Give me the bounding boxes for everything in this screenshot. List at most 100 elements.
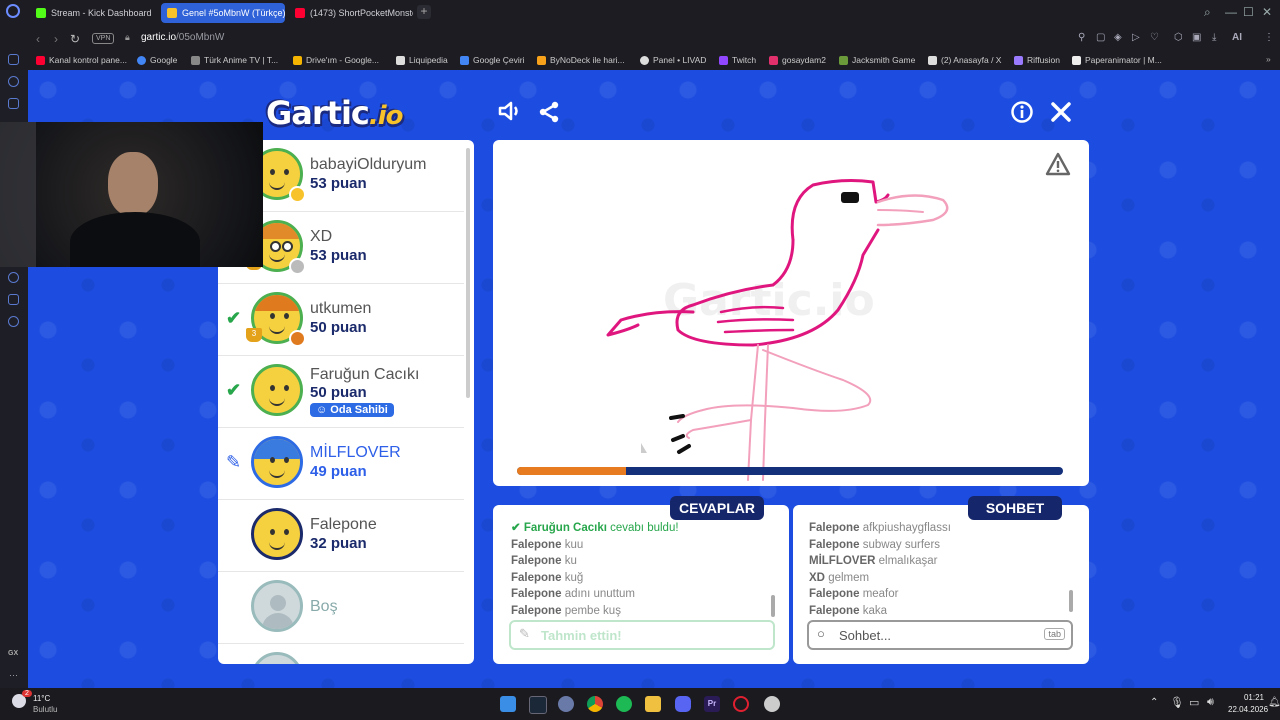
sidebar-speed-dial-icon[interactable] — [8, 54, 19, 65]
round-timer-fill — [517, 467, 627, 475]
player-avatar — [251, 364, 303, 416]
steam-icon[interactable] — [529, 696, 547, 714]
bookmark-item[interactable]: Google Çeviri — [460, 55, 525, 65]
vpn-badge[interactable]: VPN — [92, 33, 115, 44]
search-tabs-icon[interactable]: ⌕ — [1204, 5, 1211, 20]
tray-chevron-icon[interactable]: ⌃ — [1150, 697, 1158, 708]
answers-list: ✔ Faruğun Cacıkı cevabı buldu! Falepone … — [511, 520, 679, 620]
heart-icon[interactable]: ♡ — [1150, 32, 1159, 43]
player-name: utkumen — [310, 300, 372, 317]
obs-icon[interactable] — [764, 696, 780, 712]
extensions-icon[interactable]: ⬡ — [1174, 32, 1183, 43]
download-icon[interactable]: ⤓ — [1212, 32, 1216, 43]
bookmark-item[interactable]: Paperanimator | M... — [1072, 55, 1162, 65]
play-icon[interactable]: ▷ — [1132, 32, 1140, 43]
bookmark-label: Jacksmith Game — [852, 55, 916, 65]
pin-icon[interactable]: ⚲ — [1078, 32, 1085, 43]
microphone-icon[interactable]: 🎙︎ — [1170, 696, 1184, 709]
bookmark-item[interactable]: Jacksmith Game — [839, 55, 915, 65]
bookmark-item[interactable]: Panel • LIVAD — [640, 55, 706, 65]
snapshot-icon[interactable]: ▢ — [1096, 32, 1105, 43]
answer-item: Falepone ku — [511, 555, 577, 568]
forward-icon[interactable]: › — [54, 32, 58, 46]
sidebar-bag-icon[interactable] — [8, 98, 19, 109]
flamingo-drawing — [606, 179, 949, 481]
answer-item: Falepone pembe kuş — [511, 604, 621, 617]
guess-input[interactable]: ✎ Tahmin ettin! — [509, 620, 775, 650]
new-tab-button[interactable]: + — [417, 5, 431, 19]
answer-found-message: ✔ Faruğun Cacıkı cevabı buldu! — [511, 522, 679, 534]
bookmarks-more-icon[interactable]: » — [1266, 54, 1271, 64]
sidebar-history-icon[interactable] — [8, 76, 19, 87]
clock-time[interactable]: 01:21 — [1228, 693, 1264, 702]
chat-scrollbar[interactable] — [1069, 590, 1073, 612]
liquipedia-icon — [396, 55, 405, 65]
shield-icon[interactable]: ◈ — [1114, 32, 1122, 43]
bookmark-label: ByNoDeck ile hari... — [550, 55, 625, 65]
gartic-logo[interactable]: Gartic.io — [266, 94, 404, 132]
opera-menu-icon[interactable] — [6, 4, 20, 18]
chrome-icon[interactable] — [587, 696, 603, 712]
notifications-icon[interactable]: 🔔︎ — [1268, 697, 1280, 708]
sidebar-clock-icon[interactable] — [8, 272, 19, 283]
tab-youtube[interactable]: (1473) ShortPocketMonste — [289, 3, 413, 23]
maximize-icon[interactable]: ☐ — [1243, 5, 1254, 19]
bookmark-item[interactable]: (2) Anasayfa / X — [928, 55, 1001, 65]
premiere-icon[interactable]: Pr — [704, 696, 720, 712]
anime-icon — [191, 55, 200, 65]
player-row-drawing[interactable]: ✎ MİLFLOVER 49 puan — [218, 428, 464, 500]
player-row[interactable]: ✔ 3 utkumen 50 puan — [218, 284, 464, 356]
tab-gartic[interactable]: Genel #5oMbnW (Türkçe) — [161, 3, 285, 23]
bookmark-item[interactable]: Google — [137, 55, 177, 65]
player-list-scrollbar[interactable] — [466, 148, 470, 398]
reload-icon[interactable]: ↻ — [70, 32, 80, 46]
bookmark-item[interactable]: Liquipedia — [396, 55, 448, 65]
bookmark-item[interactable]: gosaydam2 — [769, 55, 826, 65]
bookmark-item[interactable]: Twitch — [719, 55, 756, 65]
aria-ai-button[interactable]: AI — [1232, 32, 1242, 43]
sidebar-extensions-icon[interactable] — [8, 294, 19, 305]
drawing-canvas[interactable]: Gartic.io — [493, 140, 1089, 486]
minimize-icon[interactable]: — — [1225, 5, 1237, 19]
kick-icon — [36, 8, 46, 18]
gx-icon[interactable]: GX — [8, 650, 18, 657]
wallet-icon[interactable]: ▣ — [1192, 32, 1201, 43]
player-row[interactable]: Falepone 32 puan — [218, 500, 464, 572]
url-field[interactable]: gartic.io/05oMbnW — [141, 32, 224, 43]
tab-kick-dashboard[interactable]: Stream - Kick Dashboard — [30, 3, 158, 23]
share-icon[interactable] — [534, 100, 564, 126]
weather-temp: 11°C — [33, 694, 51, 703]
sidebar-settings-icon[interactable] — [8, 316, 19, 327]
clock-date[interactable]: 22.04.2026 — [1228, 705, 1268, 714]
player-score: 50 puan — [310, 319, 367, 336]
start-icon[interactable] — [500, 696, 516, 712]
bookmark-item[interactable]: Riffusion — [1014, 55, 1060, 65]
sidebar-more-icon[interactable]: ··· — [9, 670, 18, 680]
chat-input[interactable]: ○ Sohbet... tab — [807, 620, 1073, 650]
instagram-icon — [769, 55, 778, 65]
bookmark-item[interactable]: ByNoDeck ile hari... — [537, 55, 625, 65]
answers-scrollbar[interactable] — [771, 595, 775, 617]
close-game-icon[interactable] — [1046, 100, 1076, 126]
bookmark-item[interactable]: Türk Anime TV | T... — [191, 55, 278, 65]
spotify-icon[interactable] — [616, 696, 632, 712]
sound-icon[interactable] — [495, 100, 525, 126]
bookmark-item[interactable]: Drive'ım - Google... — [293, 55, 379, 65]
bookmark-label: Kanal kontrol pane... — [49, 55, 127, 65]
opera-gx-icon[interactable] — [733, 696, 749, 712]
file-explorer-icon[interactable] — [645, 696, 661, 712]
browser-tab-strip: Stream - Kick Dashboard Genel #5oMbnW (T… — [0, 0, 1280, 26]
more-menu-icon[interactable]: ⋮ — [1264, 32, 1274, 43]
app-icon[interactable] — [558, 696, 574, 712]
bookmark-item[interactable]: Kanal kontrol pane... — [36, 55, 127, 65]
close-window-icon[interactable]: ✕ — [1262, 5, 1272, 19]
network-icon[interactable]: ▭ — [1189, 696, 1199, 709]
empty-slot-row: Boş — [218, 572, 464, 644]
info-icon[interactable] — [1007, 100, 1037, 126]
discord-icon[interactable] — [675, 696, 691, 712]
player-row[interactable]: ✔ Faruğun Cacıkı 50 puan ☺ Oda Sahibi — [218, 356, 464, 428]
mouse-cursor-icon — [641, 443, 647, 453]
volume-icon[interactable]: 🔊︎ — [1207, 696, 1214, 709]
answers-header: CEVAPLAR — [670, 496, 764, 520]
back-icon[interactable]: ‹ — [36, 32, 40, 46]
